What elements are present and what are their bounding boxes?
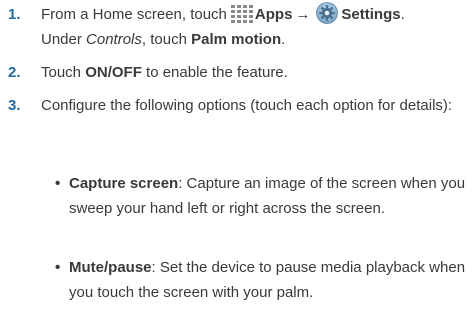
step-number: 1. <box>8 6 21 23</box>
option-term: Capture screen <box>69 175 179 192</box>
option-term: Mute/pause <box>69 259 152 276</box>
apps-label: Apps <box>254 6 293 23</box>
bullet-dot: • <box>55 175 61 192</box>
bullet-dot: • <box>55 259 61 276</box>
step-text: From a Home screen, touch Apps → Setting… <box>41 2 469 52</box>
step-2-post: to enable the feature. <box>141 64 288 81</box>
arrow-icon: → <box>295 6 311 23</box>
step-1-under: Under <box>41 31 87 48</box>
step-1-intro: From a Home screen, touch <box>41 6 227 23</box>
onoff-label: ON/OFF <box>85 64 142 81</box>
apps-grid-icon <box>230 5 253 23</box>
option-text: Capture screen: Capture an image of the … <box>69 171 469 221</box>
step-text: Touch ON/OFF to enable the feature. <box>41 60 469 85</box>
settings-label: Settings <box>341 6 401 23</box>
palm-motion-label: Palm motion <box>191 31 282 48</box>
step-1-period: . <box>400 6 405 23</box>
controls-label: Controls <box>86 31 142 48</box>
step-number: 3. <box>8 97 21 114</box>
settings-gear-icon <box>316 2 339 24</box>
option-text: Mute/pause: Set the device to pause medi… <box>69 255 469 305</box>
step-number: 2. <box>8 64 21 81</box>
step-1-touch: , touch <box>141 31 192 48</box>
step-1-end: . <box>281 31 286 48</box>
step-2-pre: Touch <box>41 64 86 81</box>
step-text: Configure the following options (touch e… <box>41 97 453 114</box>
